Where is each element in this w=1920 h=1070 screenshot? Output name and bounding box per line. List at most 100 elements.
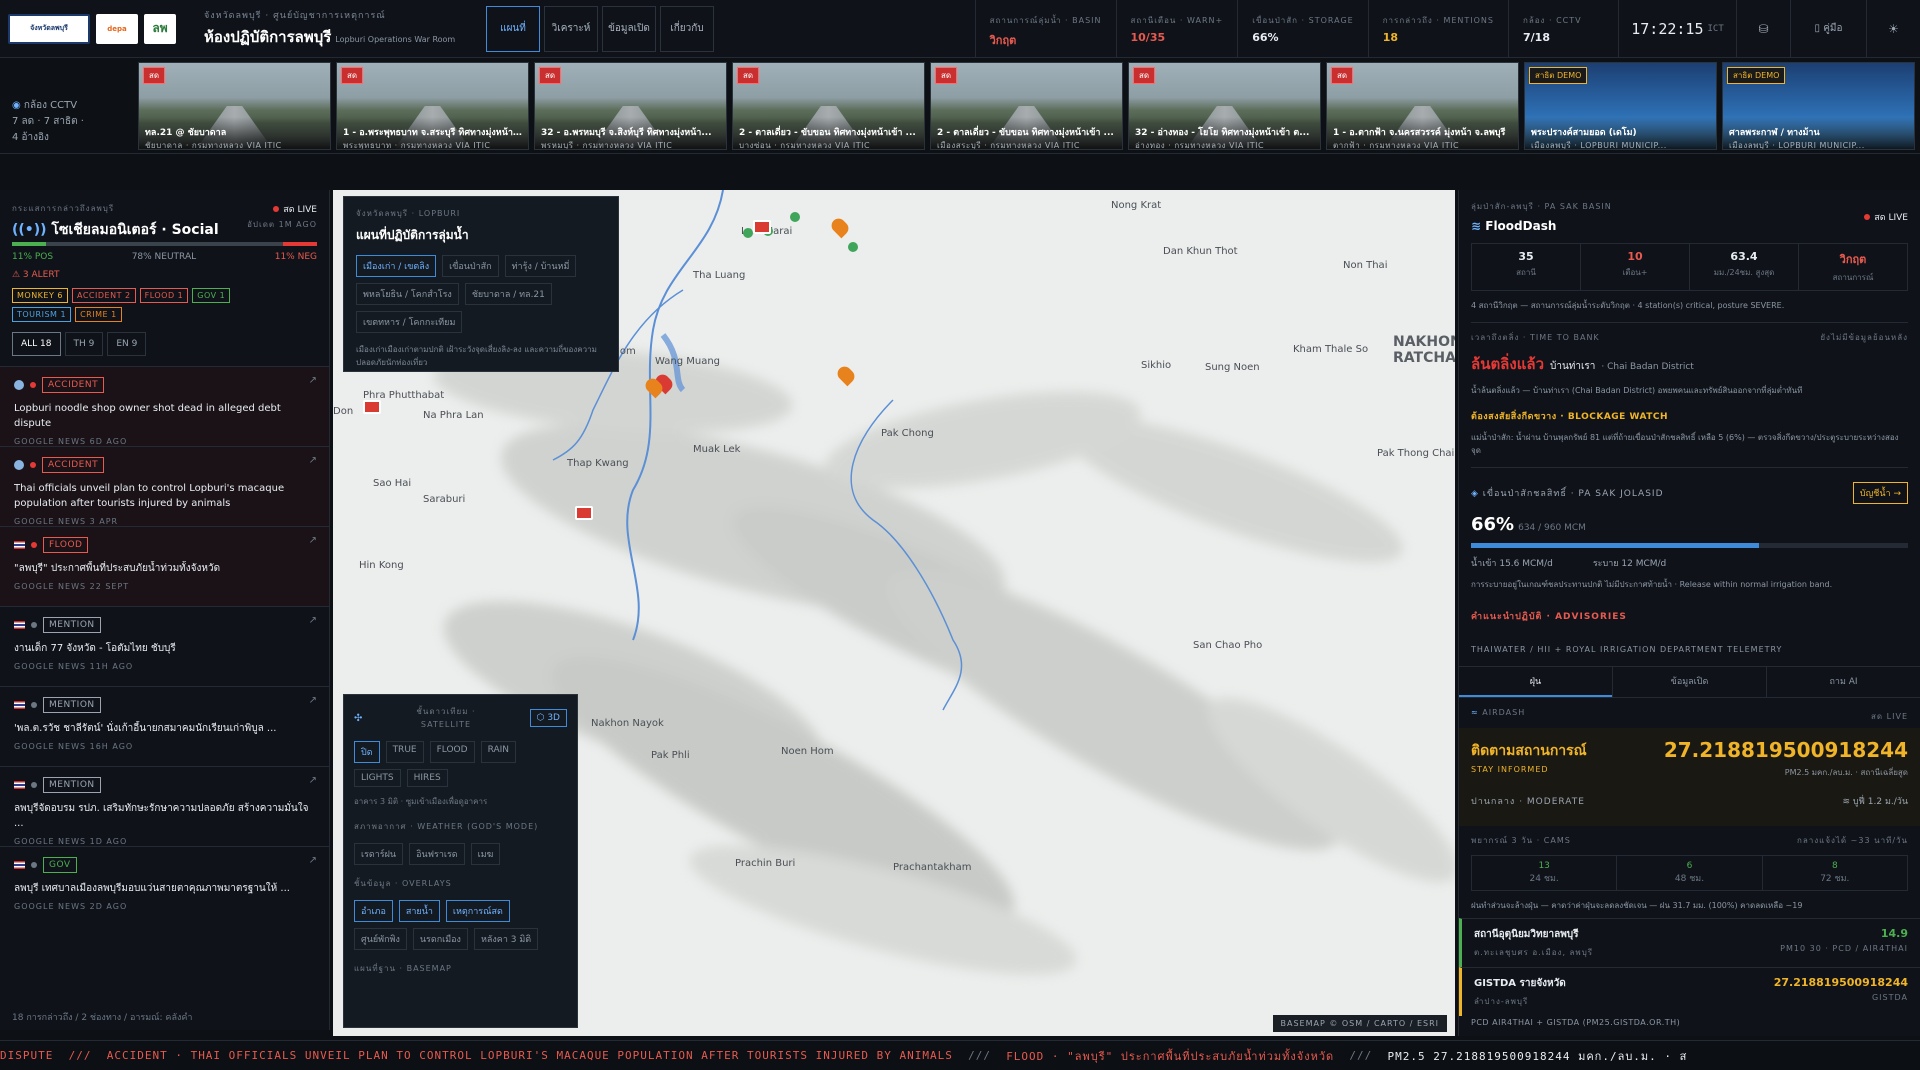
- sentiment-labels: 11% POS 78% NEUTRAL 11% NEG: [12, 252, 317, 262]
- weather-chip[interactable]: อินฟราเรด: [409, 843, 465, 865]
- mention-item[interactable]: GOV ลพบุรี เทศบาลเมืองลพบุรีมอบแว่นสายตาค…: [0, 846, 329, 926]
- tab-open-data[interactable]: ข้อมูลเปิด: [602, 5, 656, 52]
- camera-title: 2 - ตาลเดี่ยว - ขับขอน ทิศทางมุ่งหน้าเข้…: [937, 128, 1114, 138]
- topic-tag[interactable]: CRIME 1: [75, 307, 122, 322]
- flood-stat-value: 10: [1627, 250, 1643, 263]
- area-chip[interactable]: เขตทหาร / โคกกะเทียม: [356, 311, 463, 333]
- cctv-camera-tile[interactable]: สาธิต DEMO พระปรางค์สามยอด (เดโม) เมืองลพบ…: [1524, 62, 1717, 150]
- camera-marker[interactable]: [753, 220, 771, 234]
- overlay-chip[interactable]: นรดกเมือง: [412, 928, 468, 950]
- filter-thai[interactable]: TH 9: [64, 332, 104, 356]
- mention-item[interactable]: ACCIDENT Thai officials unveil plan to co…: [0, 446, 329, 526]
- weather-chip[interactable]: เรดาร์ฝน: [354, 843, 404, 865]
- dam-flows: น้ำเข้า 15.6 MCM/d ระบาย 12 MCM/d: [1471, 556, 1908, 570]
- satellite-mode-chip[interactable]: FLOOD: [429, 741, 475, 763]
- theme-toggle[interactable]: ☀: [1866, 0, 1920, 58]
- air-station-row[interactable]: สถานีอุตุนิยมวิทยาลพบุรี ต.ทะเลชุบศร อ.เม…: [1459, 918, 1920, 967]
- water-account-button[interactable]: บัญชีน้ำ →: [1852, 482, 1908, 504]
- satellite-mode-chip[interactable]: LIGHTS: [354, 769, 401, 787]
- manual-button[interactable]: ▯ คู่มือ: [1790, 0, 1866, 58]
- cctv-camera-tile[interactable]: สด 2 - ตาลเดี่ยว - ขับขอน ทิศทางมุ่งหน้าเ…: [930, 62, 1123, 150]
- mention-item[interactable]: MENTION ลพบุรีจัดอบรม รปภ. เสริมทักษะรักษ…: [0, 766, 329, 846]
- cctv-camera-tile[interactable]: สด 2 - ตาลเดี่ยว - ขับขอน ทิศทางมุ่งหน้าเ…: [732, 62, 925, 150]
- area-chip[interactable]: เมืองเก่า / เขตลิง: [356, 255, 437, 277]
- header-stat-label: เขื่อนป่าสัก · STORAGE: [1252, 15, 1354, 25]
- mention-item[interactable]: MENTION 'พล.ต.รวัช ชาลีรัตน์' นั่งเก้าอี้…: [0, 686, 329, 766]
- page-title-en: Lopburi Operations War Room: [335, 35, 456, 44]
- station-unit: GISTDA: [1871, 993, 1908, 1002]
- filter-english[interactable]: EN 9: [107, 332, 147, 356]
- dam-inflow: น้ำเข้า 15.6 MCM/d: [1471, 559, 1553, 569]
- external-link-icon[interactable]: ↗: [309, 615, 317, 626]
- air-station-row[interactable]: GISTDA รายจังหวัด ลำปาง-ลพบุรี 27.21881950…: [1459, 967, 1920, 1016]
- satellite-mode-chip[interactable]: ปิด: [354, 741, 380, 763]
- topic-tags: MONKEY 6 ACCIDENT 2 FLOOD 1 GOV 1 TOURISM 1C…: [12, 288, 272, 322]
- external-link-icon[interactable]: ↗: [309, 455, 317, 466]
- cctv-camera-tile[interactable]: สด 1 - อ.ตากฟ้า จ.นครสวรรค์ มุ่งหน้า จ.ลพ…: [1326, 62, 1519, 150]
- tab-map[interactable]: แผนที่: [486, 5, 540, 52]
- sentiment-bar: [12, 242, 317, 246]
- toggle-3d-button[interactable]: ⬡ 3D: [529, 709, 567, 727]
- cctv-camera-tile[interactable]: สด ทล.21 @ ชัยบาดาล ชัยบาดาล · กรมทางหลวง …: [138, 62, 331, 150]
- cctv-camera-tile[interactable]: สด 32 - อ่างทอง - โยโย ทิศทางมุ่งหน้าเข้า…: [1128, 62, 1321, 150]
- topic-tag[interactable]: MONKEY 6: [12, 288, 69, 303]
- overlay-chip[interactable]: หลังคา 3 มิติ: [473, 928, 539, 950]
- header-stats: สถานการณ์ลุ่มน้ำ · BASIN วิกฤต สถานีเตือน …: [974, 0, 1618, 58]
- station-marker[interactable]: [848, 242, 858, 252]
- flood-kicker: ลุ่มป่าสัก-ลพบุรี · PA SAK BASIN: [1471, 202, 1612, 211]
- tab-open-data-right[interactable]: ข้อมูลเปิด: [1612, 667, 1766, 697]
- external-link-icon[interactable]: ↗: [309, 375, 317, 386]
- satellite-mode-chip[interactable]: HIRES: [406, 769, 448, 787]
- camera-title: 1 - อ.ตากฟ้า จ.นครสวรรค์ มุ่งหน้า จ.ลพบุ…: [1333, 128, 1506, 138]
- overlay-chip[interactable]: อำเภอ: [354, 900, 393, 922]
- tab-analysis[interactable]: วิเคราะห์: [544, 5, 598, 52]
- forecast-day: 6 48 ชม.: [1616, 856, 1761, 890]
- satellite-mode-chip[interactable]: RAIN: [480, 741, 516, 763]
- area-chip[interactable]: พหลโยธิน / โคกสำโรง: [356, 283, 459, 305]
- external-link-icon[interactable]: ↗: [309, 535, 317, 546]
- cctv-camera-tile[interactable]: สด 1 - อ.พระพุทธบาท จ.สระบุรี ทิศทางมุ่งห…: [336, 62, 529, 150]
- topic-tag[interactable]: TOURISM 1: [12, 307, 72, 322]
- topic-tag[interactable]: FLOOD 1: [139, 288, 189, 303]
- area-chip[interactable]: ชัยบาดาล / ทล.21: [464, 283, 552, 305]
- tab-dust[interactable]: ฝุ่น: [1459, 667, 1612, 697]
- database-button[interactable]: ⛁: [1736, 0, 1790, 58]
- pm25-unit: PM2.5 มคก./ลบ.ม. · สถานีเฉลี่ยสูด: [1784, 768, 1908, 777]
- forecast-label: 48 ชม.: [1674, 874, 1705, 884]
- cctv-camera-tile[interactable]: สาธิต DEMO ศาลพระกาฬ / ทางม้าน เมืองลพบุรี…: [1722, 62, 1915, 150]
- mention-headline: ลพบุรี เทศบาลเมืองลพบุรีมอบแว่นสายตาคุณภ…: [14, 883, 290, 894]
- live-badge: สด: [1331, 67, 1354, 84]
- mention-item[interactable]: ACCIDENT Lopburi noodle shop owner shot d…: [0, 366, 329, 446]
- tab-about[interactable]: เกี่ยวกับ: [660, 5, 714, 52]
- thai-flag-icon: [14, 781, 25, 789]
- filter-all[interactable]: ALL 18: [12, 332, 61, 356]
- external-link-icon[interactable]: ↗: [309, 855, 317, 866]
- overlay-chip[interactable]: เหตุการณ์สด: [445, 900, 510, 922]
- external-link-icon[interactable]: ↗: [309, 775, 317, 786]
- camera-marker[interactable]: [575, 506, 593, 520]
- dam-progress-fill: [1471, 543, 1760, 548]
- external-link-icon[interactable]: ↗: [309, 695, 317, 706]
- mention-source: GOOGLE NEWS 6D AGO: [14, 437, 128, 446]
- tab-ask-ai[interactable]: ถาม AI: [1766, 667, 1920, 697]
- dam-note: การระบายอยู่ในเกณฑ์ชลประทานปกติ ไม่มีประ…: [1471, 580, 1833, 589]
- mention-item[interactable]: MENTION งานเด็ก 77 จังหวัด - โอตัมไทย ชับ…: [0, 606, 329, 686]
- camera-marker[interactable]: [363, 400, 381, 414]
- topic-tag[interactable]: GOV 1: [192, 288, 231, 303]
- satellite-mode-chip[interactable]: TRUE: [385, 741, 424, 763]
- station-marker[interactable]: [743, 228, 753, 238]
- live-badge: สด: [935, 67, 958, 84]
- mention-item[interactable]: FLOOD "ลพบุรี" ประกาศพื้นที่ประสบภัยน้ำท่…: [0, 526, 329, 606]
- overlay-chip[interactable]: สายน้ำ: [398, 900, 440, 922]
- severity-dot: [31, 782, 37, 788]
- overlay-chip[interactable]: ศูนย์พักพิง: [354, 928, 407, 950]
- station-marker[interactable]: [790, 212, 800, 222]
- weather-chip[interactable]: เมฆ: [470, 843, 501, 865]
- area-chip[interactable]: ท่ารุ้ง / บ้านหมี่: [504, 255, 577, 277]
- cctv-camera-tile[interactable]: สด 32 - อ.พรหมบุรี จ.สิงห์บุรี ทิศทางมุ่ง…: [534, 62, 727, 150]
- topic-tag[interactable]: ACCIDENT 2: [72, 288, 136, 303]
- mention-source: GOOGLE NEWS 3 APR: [14, 517, 119, 526]
- area-chip[interactable]: เขื่อนป่าสัก: [442, 255, 499, 277]
- ops-map-panel: จังหวัดลพบุรี · LOPBURI แผนที่ปฏิบัติการ…: [343, 196, 619, 372]
- 3d-buildings-note: อาคาร 3 มิติ · ซูมเข้าเมืองเพื่อดูอาคาร: [354, 797, 488, 806]
